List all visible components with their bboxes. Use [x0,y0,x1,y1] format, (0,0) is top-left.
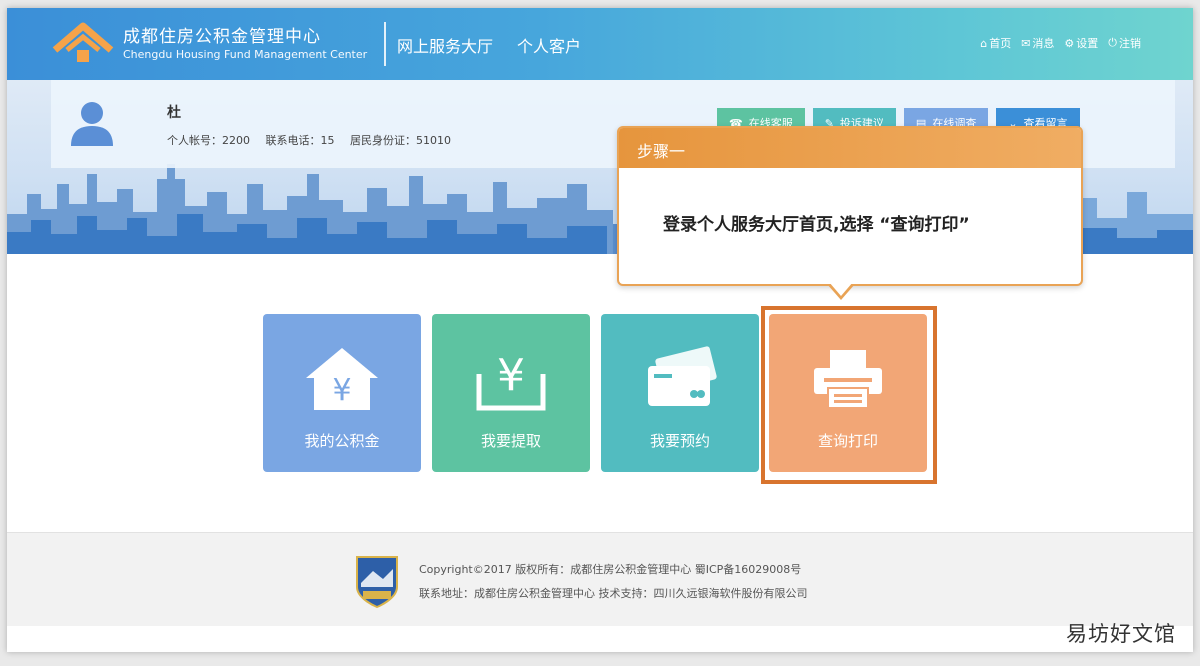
id-card-number: 居民身份证：51010 [350,134,451,147]
page-footer: Copyright©2017 版权所有：成都住房公积金管理中心 蜀ICP备160… [7,532,1193,626]
user-details: 个人帐号：2200 联系电话：15 居民身份证：51010 [167,132,463,148]
tile-query-print-label: 查询打印 [817,432,878,450]
phone-number: 联系电话：15 [265,134,335,147]
nav-home-label: 首页 [989,37,1012,50]
user-avatar-icon [71,102,113,146]
callout-text: 登录个人服务大厅首页,选择 “查询打印” [663,215,970,235]
nav-settings-label: 设置 [1076,37,1099,50]
card-icon [648,346,717,406]
mail-icon: ✉ [1021,36,1031,50]
tile-query-print[interactable]: 查询打印 [769,314,927,472]
tile-appointment[interactable]: 我要预约 [601,314,759,472]
step-callout: 步骤一 登录个人服务大厅首页,选择 “查询打印” [617,126,1083,286]
house-yuan-icon: ¥ [306,348,378,410]
service-hall-link[interactable]: 网上服务大厅 [397,33,493,57]
logo-house-icon [52,22,114,62]
nav-logout-label: 注销 [1119,37,1141,50]
address-text: 联系地址：成都住房公积金管理中心 技术支持：四川久远银海软件股份有限公司 [419,587,808,600]
org-name-cn: 成都住房公积金管理中心 [123,27,321,47]
yuan-withdraw-icon: ¥ [476,350,546,411]
tile-my-fund-label: 我的公积金 [304,432,380,450]
logout-icon: ⏻ [1108,36,1117,49]
tile-my-fund[interactable]: ¥ 我的公积金 [263,314,421,472]
nav-settings[interactable]: ⚙ 设置 [1064,35,1098,51]
gear-icon: ⚙ [1064,36,1075,50]
home-icon: ⌂ [980,36,988,50]
nav-messages-label: 消息 [1032,37,1055,50]
header-divider [384,22,386,66]
top-header: 成都住房公积金管理中心 Chengdu Housing Fund Managem… [7,8,1193,80]
copyright-text: Copyright©2017 版权所有：成都住房公积金管理中心 蜀ICP备160… [419,563,802,576]
callout-title: 步骤一 [619,128,1081,168]
top-nav: ⌂ 首页 ✉ 消息 ⚙ 设置 ⏻ 注销 [980,35,1141,51]
svg-text:¥: ¥ [497,350,525,401]
tile-withdraw[interactable]: ¥ 我要提取 [432,314,590,472]
nav-home[interactable]: ⌂ 首页 [980,35,1011,51]
callout-pointer-inner [829,282,853,296]
org-name-en: Chengdu Housing Fund Management Center [123,48,368,61]
app-frame: 成都住房公积金管理中心 Chengdu Housing Fund Managem… [7,8,1193,652]
printer-icon [814,350,882,409]
nav-logout[interactable]: ⏻ 注销 [1108,35,1141,51]
account-number: 个人帐号：2200 [167,134,250,147]
personal-customer-link[interactable]: 个人客户 [517,33,581,57]
tile-appointment-label: 我要预约 [649,432,710,450]
nav-messages[interactable]: ✉ 消息 [1021,35,1054,51]
user-name: 杜 [167,105,181,121]
gov-website-badge-icon [356,556,398,609]
watermark-text: 易坊好文馆 [1066,622,1176,646]
tile-withdraw-label: 我要提取 [480,432,541,450]
svg-text:¥: ¥ [332,373,351,408]
